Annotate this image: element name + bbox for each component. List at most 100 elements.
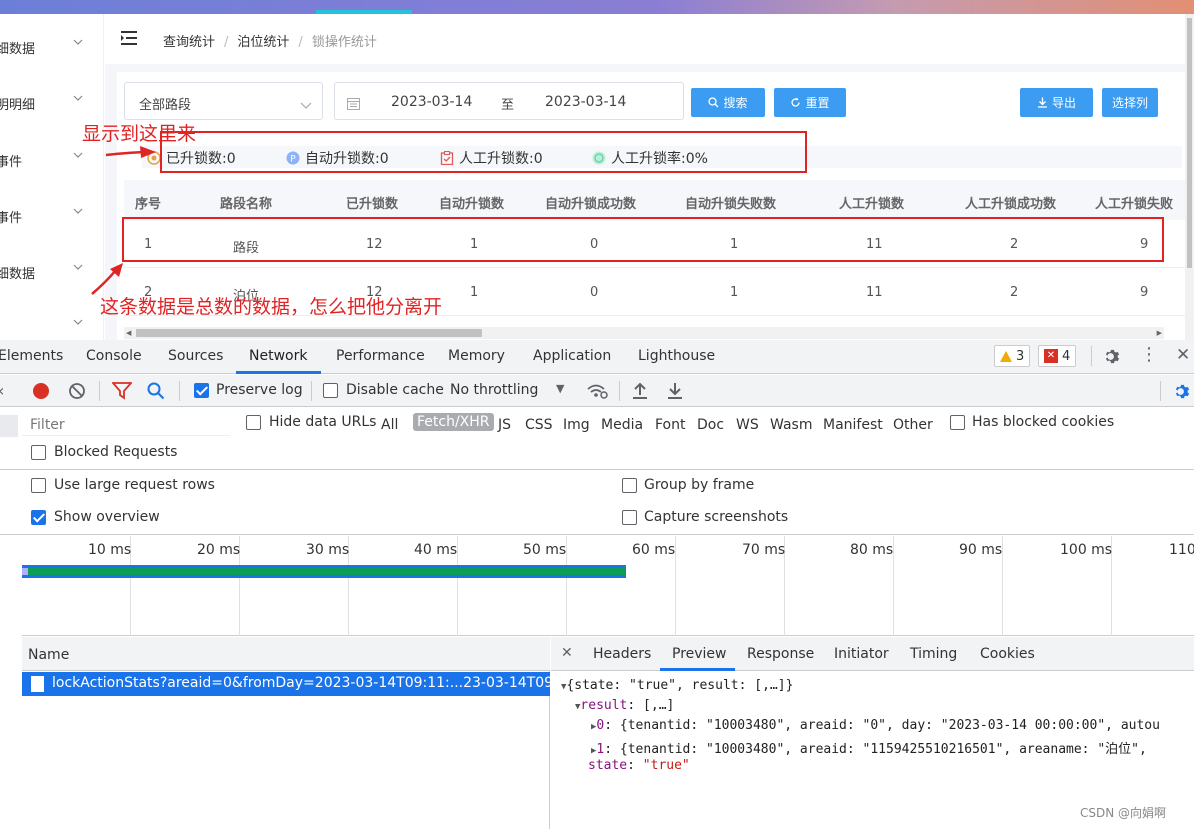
tab-elements[interactable]: Elements [0, 348, 63, 364]
gear-icon[interactable] [1103, 347, 1122, 366]
tab-network[interactable]: Network [249, 348, 307, 364]
record-icon[interactable] [32, 382, 50, 400]
json-root-line[interactable]: ▼{state: "true", result: [,…]} [561, 678, 793, 693]
search-icon[interactable] [147, 382, 165, 400]
capture-screenshots-checkbox[interactable] [622, 510, 637, 525]
has-blocked-cookies-label[interactable]: Has blocked cookies [972, 414, 1114, 430]
column-header[interactable]: 人工升锁数 [839, 193, 904, 212]
scroll-left-icon[interactable]: ◀ [126, 329, 131, 337]
scrollbar-thumb[interactable] [136, 329, 482, 337]
filter-type-manifest[interactable]: Manifest [823, 417, 883, 433]
tab-console[interactable]: Console [86, 348, 142, 364]
column-header[interactable]: 路段名称 [220, 193, 272, 212]
preserve-log-checkbox[interactable] [194, 383, 209, 398]
filter-type-css[interactable]: CSS [525, 417, 553, 433]
tab-sources[interactable]: Sources [168, 348, 223, 364]
reset-button[interactable]: 重置 [774, 88, 846, 117]
group-by-frame-checkbox[interactable] [622, 478, 637, 493]
tab-lighthouse[interactable]: Lighthouse [638, 348, 715, 364]
date-to[interactable]: 2023-03-14 [545, 94, 626, 110]
date-from[interactable]: 2023-03-14 [391, 94, 472, 110]
search-button[interactable]: 搜索 [691, 88, 765, 117]
network-settings-gear-icon[interactable] [1173, 382, 1192, 401]
network-overview[interactable]: 10 ms 20 ms 30 ms 40 ms 50 ms 60 ms 70 m… [22, 536, 1194, 636]
tab-memory[interactable]: Memory [448, 348, 505, 364]
throttling-select[interactable]: No throttling [450, 382, 538, 398]
filter-type-js[interactable]: JS [498, 417, 511, 433]
export-button[interactable]: 导出 [1020, 88, 1093, 117]
breadcrumb-item[interactable]: 泊位统计 [237, 35, 289, 50]
column-header[interactable]: 自动升锁成功数 [545, 193, 636, 212]
json-item-line[interactable]: ▶1: {tenantid: "10003480", areaid: "1159… [591, 738, 1147, 757]
close-icon[interactable]: ✕ [561, 645, 573, 661]
filter-type-fetch-xhr[interactable]: Fetch/XHR [413, 413, 494, 431]
horizontal-scrollbar[interactable]: ◀ ▶ [124, 327, 1164, 339]
column-header[interactable]: 人工升锁成功数 [965, 193, 1056, 212]
request-row[interactable]: lockActionStats?areaid=0&fromDay=2023-03… [22, 672, 580, 696]
vertical-scrollbar[interactable] [1185, 14, 1194, 340]
clear-icon[interactable] [68, 382, 86, 400]
tab-performance[interactable]: Performance [336, 348, 425, 364]
json-item-line[interactable]: ▶0: {tenantid: "10003480", areaid: "0", … [591, 718, 1160, 733]
filter-input[interactable]: Filter [22, 414, 230, 436]
sidebar-item[interactable]: 细数据 [0, 36, 100, 57]
scroll-right-icon[interactable]: ▶ [1157, 329, 1162, 337]
has-blocked-cookies-checkbox[interactable] [950, 415, 965, 430]
hide-data-urls-checkbox[interactable] [246, 415, 261, 430]
filter-type-all[interactable]: All [381, 417, 398, 433]
choose-columns-button[interactable]: 选择列 [1102, 88, 1158, 117]
large-rows-label[interactable]: Use large request rows [54, 477, 215, 493]
sidebar-item[interactable]: 明明细 [0, 92, 100, 113]
menu-fold-icon[interactable] [121, 30, 139, 46]
filter-type-media[interactable]: Media [601, 417, 643, 433]
network-conditions-icon[interactable] [586, 382, 608, 400]
column-header[interactable]: 自动升锁失败数 [685, 193, 776, 212]
filter-type-wasm[interactable]: Wasm [770, 417, 812, 433]
hide-data-urls-label[interactable]: Hide data URLs [269, 414, 376, 430]
scrollbar-thumb[interactable] [1187, 18, 1192, 268]
tab-cookies[interactable]: Cookies [980, 646, 1035, 662]
filter-type-img[interactable]: Img [563, 417, 590, 433]
show-overview-checkbox[interactable] [31, 510, 46, 525]
tab-preview[interactable]: Preview [672, 646, 727, 662]
tab-headers[interactable]: Headers [593, 646, 651, 662]
close-icon[interactable]: ✕ [1176, 345, 1190, 365]
sidebar-item[interactable]: 事件 [0, 149, 100, 170]
section-select[interactable]: 全部路段 [124, 82, 323, 120]
column-header[interactable]: 已升锁数 [346, 193, 398, 212]
filter-type-ws[interactable]: WS [736, 417, 759, 433]
filter-type-font[interactable]: Font [655, 417, 685, 433]
group-by-frame-label[interactable]: Group by frame [644, 477, 754, 493]
disable-cache-label[interactable]: Disable cache [346, 382, 444, 398]
column-header[interactable]: 序号 [135, 193, 161, 212]
sidebar-item[interactable]: 细数据 [0, 261, 100, 282]
preserve-log-label[interactable]: Preserve log [216, 382, 303, 398]
chevron-left-icon[interactable]: ‹ [0, 381, 4, 400]
filter-type-doc[interactable]: Doc [697, 417, 724, 433]
date-range-picker[interactable]: 2023-03-14 至 2023-03-14 [334, 82, 684, 120]
caret-down-icon[interactable]: ▼ [556, 382, 564, 395]
column-header[interactable]: 自动升锁数 [439, 193, 504, 212]
breadcrumb-item[interactable]: 查询统计 [163, 35, 215, 50]
capture-screenshots-label[interactable]: Capture screenshots [644, 509, 788, 525]
sidebar-toggle-icon[interactable] [0, 415, 18, 437]
download-icon[interactable] [667, 382, 683, 400]
tab-initiator[interactable]: Initiator [834, 646, 889, 662]
upload-icon[interactable] [632, 382, 648, 400]
json-state-line[interactable]: state: "true" [588, 758, 690, 773]
sidebar-item[interactable]: 事件 [0, 205, 100, 226]
name-column-header[interactable]: Name [22, 637, 550, 671]
tab-application[interactable]: Application [533, 348, 611, 364]
errors-badge[interactable]: ✕ 4 [1038, 345, 1077, 367]
large-rows-checkbox[interactable] [31, 478, 46, 493]
tab-response[interactable]: Response [747, 646, 814, 662]
warnings-badge[interactable]: 3 [994, 345, 1031, 367]
blocked-requests-label[interactable]: Blocked Requests [54, 444, 177, 460]
blocked-requests-checkbox[interactable] [31, 445, 46, 460]
show-overview-label[interactable]: Show overview [54, 509, 160, 525]
json-result-line[interactable]: ▼result: [,…] [575, 698, 674, 713]
disable-cache-checkbox[interactable] [323, 383, 338, 398]
column-header[interactable]: 人工升锁失败 [1095, 193, 1173, 212]
sidebar-item[interactable] [0, 316, 100, 336]
filter-icon[interactable] [112, 382, 132, 400]
